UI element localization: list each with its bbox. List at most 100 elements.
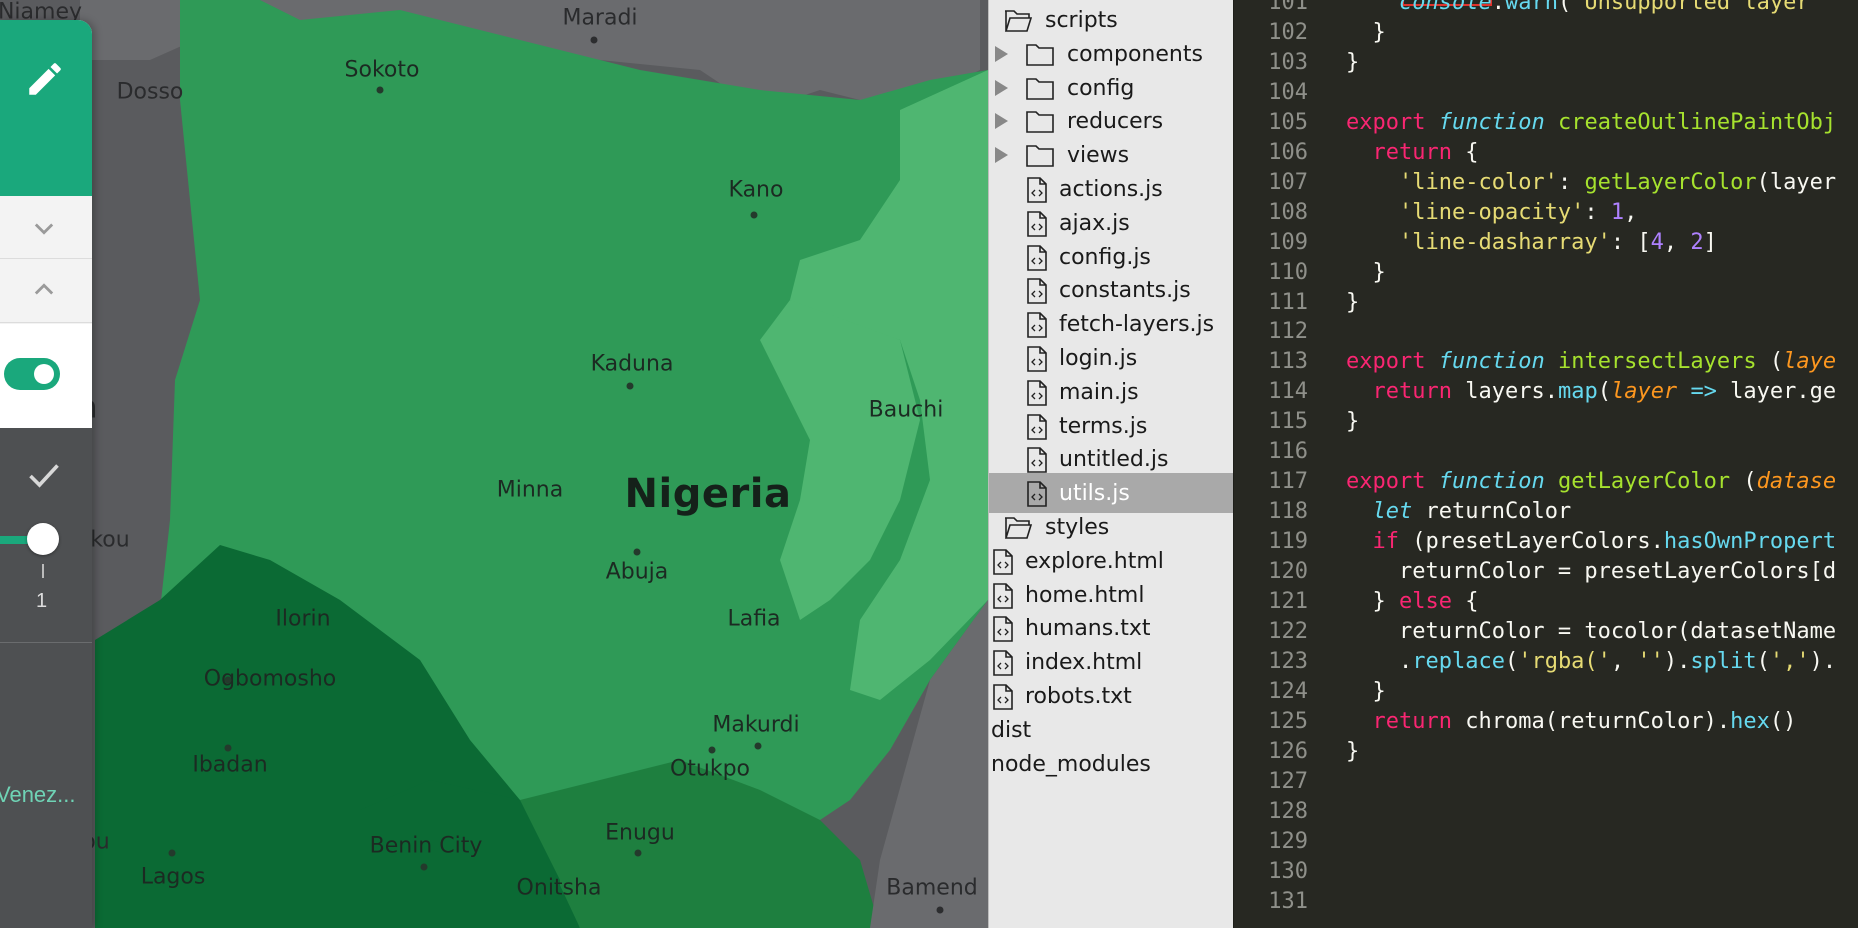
line-number-gutter: 101 102 103 104 105 106 107 108 109 110 111 112 113 1… [1234,0,1312,928]
pencil-icon[interactable] [24,58,66,100]
city-marker-abuja [633,548,641,556]
code-line[interactable]: } [1346,739,1359,764]
folder-icon [1026,77,1054,100]
code-line[interactable]: } [1346,409,1359,434]
line-number: 129 [1268,828,1308,854]
tree-item-label: actions.js [1059,177,1163,202]
line-number: 112 [1268,319,1308,345]
slider-tick [42,564,44,578]
file-code-icon [1027,210,1047,237]
layer-toggle[interactable] [4,358,60,390]
code-line[interactable]: } [1346,50,1359,75]
file-code-icon [1027,244,1047,271]
collapse-row[interactable] [0,196,92,259]
line-number: 119 [1268,529,1308,555]
city-marker-lagos [168,849,176,857]
code-line[interactable]: return layers.map(layer => layer.ge [1346,379,1837,404]
file-code-icon [1027,177,1047,203]
file-code-icon [993,582,1013,609]
city-label-sokoto: Sokoto [344,57,420,83]
line-number: 120 [1268,559,1308,585]
code-line[interactable]: let returnColor [1346,499,1572,524]
city-marker-otukpo [708,746,716,754]
code-line[interactable]: returnColor = presetLayerColors[d [1346,559,1836,584]
tree-item-label: robots.txt [1025,684,1132,709]
tree-item-label: config.js [1059,244,1151,270]
map-view[interactable]: Nigeria Maradi Sokoto Dosso Kano Kaduna Bauch… [0,0,988,928]
line-number: 104 [1268,79,1308,105]
disclosure-arrow-icon[interactable] [995,113,1008,130]
line-number: 105 [1268,109,1308,135]
code-editor[interactable]: 101 102 103 104 105 106 107 108 109 110 111 112 113 1… [1233,0,1858,928]
city-marker-kaduna [626,382,634,390]
line-number: 109 [1268,229,1308,255]
line-number: 124 [1268,678,1308,704]
city-label-enugu: Enugu [605,820,675,846]
opacity-slider-thumb[interactable] [27,523,59,555]
city-marker-ibadan [224,744,232,752]
city-marker-kano [750,211,758,219]
chevron-down-icon[interactable] [30,214,58,242]
line-number: 114 [1268,379,1308,405]
tree-item-label: terms.js [1059,413,1148,439]
code-line[interactable]: if (presetLayerColors.hasOwnPropert [1346,529,1837,554]
code-line[interactable]: 'line-dasharray': [4, 2] [1346,230,1717,255]
city-label-onitsha: Onitsha [516,875,602,901]
line-number: 121 [1268,589,1308,614]
tree-item-label: utils.js [1059,481,1130,507]
city-label-bauchi: Bauchi [868,397,944,423]
code-line[interactable]: } [1346,290,1359,315]
file-code-icon [993,684,1013,710]
divider [0,642,92,643]
city-marker-makurdi [754,742,762,750]
disclosure-arrow-icon[interactable] [995,79,1008,96]
tree-item-label: index.html [1025,650,1143,676]
code-line[interactable]: 'line-opacity': 1, [1346,200,1637,225]
line-number: 113 [1268,349,1308,375]
code-line[interactable]: } [1346,260,1385,285]
disclosure-arrow-icon[interactable] [995,147,1008,164]
code-line[interactable]: export function getLayerColor (datase [1346,469,1836,494]
map-terrain [0,0,988,928]
folder-icon [1026,111,1054,134]
code-line[interactable]: returnColor = tocolor(datasetName [1346,619,1836,644]
code-line[interactable]: return { [1346,140,1479,165]
code-line[interactable]: } [1346,20,1385,45]
line-number: 107 [1268,169,1308,195]
line-number: 102 [1268,19,1308,45]
panel-link[interactable]: Venez... [0,782,76,808]
expand-row[interactable] [0,260,92,323]
file-code-icon [1027,312,1047,338]
line-number: 115 [1268,409,1308,435]
tree-item-node-modules[interactable]: node_modules [989,744,1233,784]
checkmark-icon[interactable] [26,458,62,494]
code-line[interactable]: .replace('rgba(', '').split(','). [1346,649,1836,674]
code-line[interactable]: console.warn('Unsupported layer [1346,0,1810,15]
line-number: 108 [1268,199,1308,225]
slider-value: 1 [36,590,48,612]
line-number: 111 [1268,289,1308,315]
file-tree-sidebar: scripts components config reducers views acti… [988,0,1234,928]
city-label-lagos: Lagos [140,864,206,890]
code-line[interactable]: export function intersectLayers (laye [1346,349,1836,374]
code-line[interactable]: 'line-color': getLayerColor(layer [1346,170,1836,195]
file-code-icon [993,616,1013,643]
city-label-makurdi: Makurdi [712,712,800,738]
tree-item-label: ajax.js [1059,210,1130,236]
panel-dark-area [0,428,92,928]
line-number: 118 [1268,499,1308,525]
folder-open-icon [1004,10,1033,32]
city-marker-maradi [590,36,598,44]
line-number: 128 [1268,798,1308,824]
line-number: 131 [1268,888,1308,914]
code-line[interactable]: return chroma(returnColor).hex() [1346,709,1797,734]
code-line[interactable]: } [1346,679,1385,704]
disclosure-arrow-icon[interactable] [995,45,1008,62]
panel-header [0,20,92,196]
chevron-up-icon[interactable] [30,276,58,304]
tree-item-label: scripts [1045,8,1118,33]
code-line[interactable]: } else { [1346,589,1478,614]
code-line[interactable]: export function createOutlinePaintObj [1346,110,1836,135]
city-label-kaduna: Kaduna [590,351,674,377]
city-label-kou: kou [90,527,130,553]
